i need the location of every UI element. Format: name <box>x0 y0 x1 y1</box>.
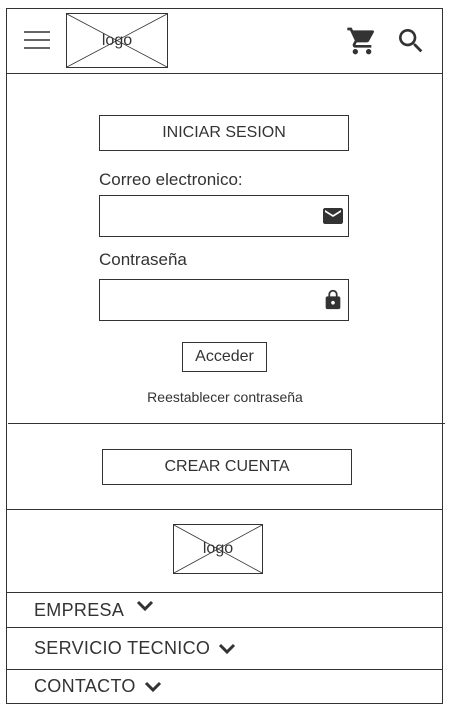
chevron-down-icon <box>144 680 162 698</box>
footer-section-label: CONTACTO <box>34 676 136 696</box>
footer-logo[interactable]: logo <box>173 524 263 574</box>
email-label: Correo electronico: <box>99 170 243 189</box>
footer-section-label: SERVICIO TECNICO <box>34 638 211 658</box>
footer-section-label: EMPRESA <box>34 599 125 620</box>
chevron-down-icon <box>218 642 236 660</box>
app-header: logo <box>6 8 443 74</box>
login-title-button[interactable]: INICIAR SESION <box>99 115 349 151</box>
chevron-down-icon <box>136 599 154 617</box>
footer-logo-area: logo <box>6 509 443 593</box>
password-field-wrapper <box>99 279 349 321</box>
reset-password-link[interactable]: Reestablecer contraseña <box>124 389 326 405</box>
search-icon[interactable] <box>395 25 427 57</box>
logo-text: logo <box>101 31 133 49</box>
hamburger-menu-icon[interactable] <box>24 29 52 53</box>
lock-icon <box>322 287 344 318</box>
email-field[interactable] <box>108 196 322 236</box>
footer-section-contacto[interactable]: CONTACTO <box>6 670 443 704</box>
footer-section-servicio-tecnico[interactable]: SERVICIO TECNICO <box>6 628 443 670</box>
password-field[interactable] <box>108 280 322 320</box>
envelope-icon <box>320 204 346 233</box>
footer-section-empresa[interactable]: EMPRESA <box>6 593 443 628</box>
password-label: Contraseña <box>99 250 187 269</box>
header-logo[interactable]: logo <box>66 13 168 68</box>
submit-login-button[interactable]: Acceder <box>182 342 267 372</box>
email-field-wrapper <box>99 195 349 237</box>
create-account-button[interactable]: CREAR CUENTA <box>102 449 352 485</box>
logo-text: logo <box>202 540 234 557</box>
shopping-cart-icon[interactable] <box>345 25 379 57</box>
